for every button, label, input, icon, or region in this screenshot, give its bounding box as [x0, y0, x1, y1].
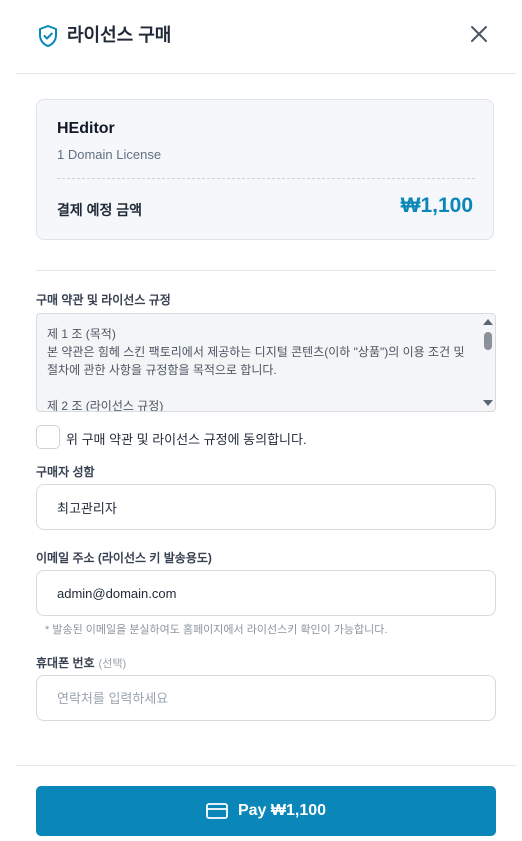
buyer-name-label: 구매자 성함: [36, 465, 95, 479]
shield-check-icon: [39, 25, 57, 47]
agree-checkbox[interactable]: [36, 425, 60, 449]
optional-tag: (선택): [98, 658, 127, 670]
modal-title: 라이선스 구매: [67, 25, 172, 45]
pay-button-label: Pay ₩1,100: [237, 802, 327, 819]
price-label: 결제 예정 금액: [57, 202, 143, 218]
price-value: ₩1,100: [400, 194, 473, 217]
email-label: 이메일 주소 (라이선스 키 발송용도): [36, 551, 212, 565]
divider: [16, 765, 516, 766]
terms-content: 제 1 조 (목적) 본 약관은 힘헤 스킨 팩토리에서 제공하는 디지털 콘텐…: [47, 325, 467, 412]
pay-button[interactable]: Pay ₩1,100: [36, 786, 496, 836]
divider: [36, 270, 496, 271]
credit-card-icon: [206, 803, 228, 819]
order-summary-card: HEditor 1 Domain License 결제 예정 금액 ₩1,100: [36, 99, 494, 240]
scroll-down-icon[interactable]: [483, 400, 493, 406]
terms-article-2-title: 제 2 조 (라이선스 규정): [47, 399, 164, 412]
terms-textarea[interactable]: 제 1 조 (목적) 본 약관은 힘헤 스킨 팩토리에서 제공하는 디지털 콘텐…: [36, 313, 496, 412]
divider: [16, 73, 516, 74]
email-helper-text: * 발송된 이메일을 분실하여도 홈페이지에서 라이선스키 확인이 가능합니다.: [45, 624, 388, 636]
terms-heading: 구매 약관 및 라이선스 규정: [36, 293, 171, 307]
terms-scrollbar[interactable]: [480, 315, 494, 410]
terms-article-1-title: 제 1 조 (목적): [47, 327, 116, 341]
scroll-up-icon[interactable]: [483, 319, 493, 325]
product-license-type: 1 Domain License: [57, 147, 162, 162]
phone-input[interactable]: [36, 675, 496, 721]
scroll-thumb[interactable]: [484, 332, 492, 350]
terms-article-1-body: 본 약관은 힘헤 스킨 팩토리에서 제공하는 디지털 콘텐츠(이하 "상품")의…: [47, 345, 465, 377]
agree-label: 위 구매 약관 및 라이선스 규정에 동의합니다.: [66, 432, 307, 447]
close-icon[interactable]: [466, 21, 492, 47]
modal-header: 라이선스 구매: [0, 0, 522, 72]
email-input[interactable]: [36, 570, 496, 616]
phone-label-text: 휴대폰 번호: [36, 656, 95, 670]
phone-label: 휴대폰 번호 (선택): [36, 654, 126, 671]
product-name: HEditor: [57, 120, 115, 137]
dashed-divider: [57, 178, 475, 179]
buyer-name-input[interactable]: [36, 484, 496, 530]
